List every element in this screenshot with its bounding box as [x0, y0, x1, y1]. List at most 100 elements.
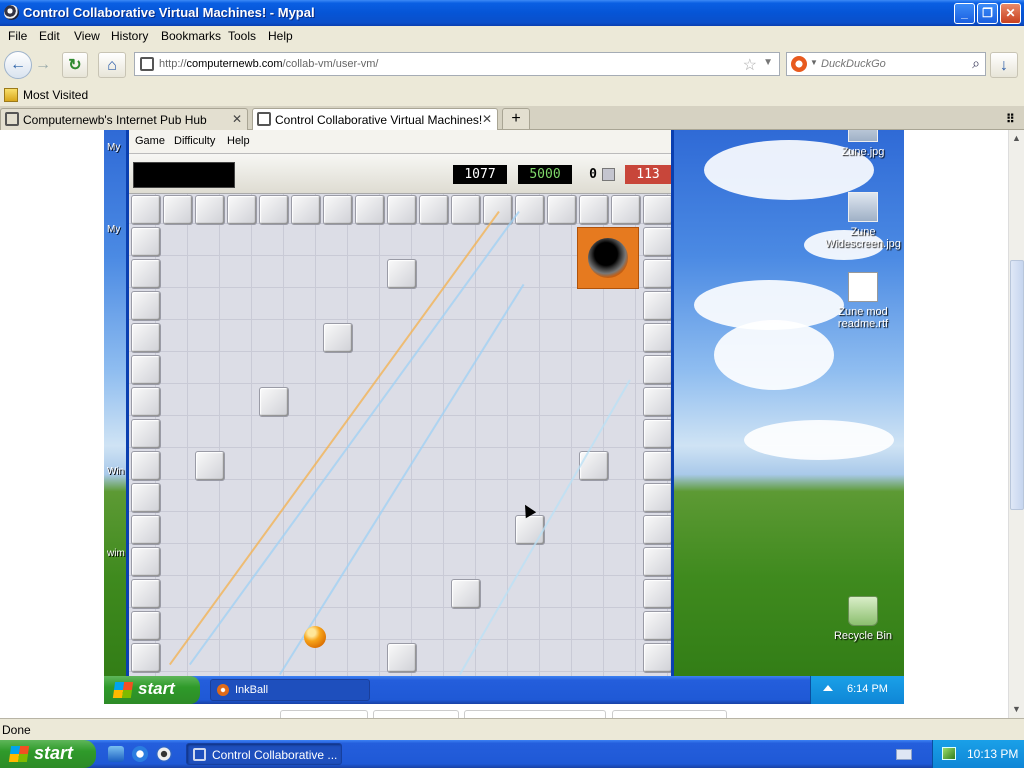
desktop-icon-zune-jpg[interactable]: Zune.jpg — [817, 130, 904, 158]
url-bar[interactable]: http://computernewb.com/collab-vm/user-v… — [134, 52, 780, 76]
menu-history[interactable]: History — [111, 29, 148, 43]
vm-clock[interactable]: 6:14 PM — [847, 683, 888, 695]
goal-display: 113 — [625, 165, 671, 184]
start-label: start — [138, 679, 175, 698]
network-icon[interactable] — [942, 747, 956, 760]
wall-block — [611, 195, 641, 225]
vm-taskbar: start InkBall 6:14 PM — [104, 676, 904, 704]
tab-bar: Computernewb's Internet Pub Hub ✕ Contro… — [0, 106, 1024, 130]
status-text: Done — [2, 723, 31, 737]
wall-block — [227, 195, 257, 225]
tab-pub-hub[interactable]: Computernewb's Internet Pub Hub ✕ — [0, 108, 248, 130]
inkball-menu-help[interactable]: Help — [227, 135, 250, 147]
document-icon — [848, 272, 878, 302]
close-button[interactable]: ✕ — [1000, 3, 1021, 24]
home-button[interactable]: ⌂ — [98, 52, 126, 78]
forward-button[interactable]: → — [33, 52, 53, 78]
scroll-down-icon[interactable]: ▼ — [1012, 704, 1021, 714]
tab-collab-vm[interactable]: Control Collaborative Virtual Machines! … — [252, 108, 498, 130]
keyboard-icon[interactable] — [896, 749, 912, 760]
search-bar[interactable]: ▼ ⌕ — [786, 52, 986, 76]
inkball-menu-difficulty[interactable]: Difficulty — [174, 135, 215, 147]
back-button[interactable]: ← — [4, 51, 32, 79]
wall-block — [643, 259, 671, 289]
duckduckgo-icon[interactable] — [791, 56, 807, 72]
wall-block — [259, 195, 289, 225]
safely-remove-icon[interactable] — [823, 685, 833, 691]
wall-block — [643, 643, 671, 673]
task-label: InkBall — [235, 684, 269, 696]
tab-list-icon[interactable]: ⠿ — [1006, 112, 1015, 126]
bookmark-star-icon[interactable]: ☆ — [743, 55, 757, 75]
scrollbar-thumb[interactable] — [1010, 260, 1024, 510]
desktop-icon-recycle-bin[interactable]: Recycle Bin — [817, 596, 904, 642]
cloud — [714, 320, 834, 390]
vm-screen[interactable]: My My Win wim Zune.jpg Zune Widescreen.j… — [104, 130, 904, 704]
wall-block — [195, 195, 225, 225]
wall-block — [131, 195, 161, 225]
search-icon[interactable]: ⌕ — [972, 55, 980, 72]
media-player-icon[interactable] — [156, 746, 172, 762]
tab-label: Control Collaborative Virtual Machines! — [275, 113, 483, 127]
minimize-button[interactable]: _ — [954, 3, 975, 24]
new-tab-button[interactable]: + — [502, 108, 530, 130]
wall-block — [323, 323, 353, 353]
menu-edit[interactable]: Edit — [39, 29, 60, 43]
menu-help[interactable]: Help — [268, 29, 293, 43]
menu-view[interactable]: View — [74, 29, 100, 43]
tab-label: Computernewb's Internet Pub Hub — [23, 113, 207, 127]
maximize-button[interactable]: ❐ — [977, 3, 998, 24]
start-button[interactable]: start — [0, 740, 96, 768]
desktop-icon-label: Zune.jpg — [841, 146, 885, 158]
wall-block — [195, 451, 225, 481]
gray-ball-icon — [602, 168, 615, 181]
image-file-icon — [848, 192, 878, 222]
url-text[interactable]: http://computernewb.com/collab-vm/user-v… — [159, 58, 379, 70]
wall-block — [643, 547, 671, 577]
scroll-up-icon[interactable]: ▲ — [1012, 133, 1021, 143]
inkball-menu-game[interactable]: Game — [135, 135, 165, 147]
title-bar[interactable]: Control Collaborative Virtual Machines! … — [0, 0, 1024, 26]
wall-block — [131, 547, 161, 577]
wall-block — [131, 515, 161, 545]
engine-dropdown-icon[interactable]: ▼ — [810, 58, 818, 67]
show-desktop-icon[interactable] — [108, 746, 124, 762]
inkball-playfield[interactable] — [129, 194, 671, 676]
vm-start-button[interactable]: start — [104, 676, 200, 704]
inkball-window[interactable]: Game Difficulty Help 1077 5000 0 113 — [126, 130, 674, 676]
most-visited-label: Most Visited — [23, 88, 89, 102]
menu-tools[interactable]: Tools — [228, 29, 256, 43]
wall-block — [131, 323, 161, 353]
downloads-button[interactable]: ↓ — [990, 52, 1018, 78]
search-input[interactable] — [821, 56, 961, 72]
desktop-icon-label: Recycle Bin — [833, 630, 893, 642]
url-dropdown-icon[interactable]: ▼ — [763, 57, 773, 68]
ball-count-display: 0 — [589, 167, 597, 182]
menu-bar: File Edit View History Bookmarks Tools H… — [0, 26, 1024, 46]
bookmarks-toolbar: Most Visited — [0, 84, 1024, 106]
wall-block — [131, 227, 161, 257]
desktop-icon-zune-readme[interactable]: Zune mod readme.rtf — [817, 272, 904, 330]
wall-block — [131, 419, 161, 449]
clock[interactable]: 10:13 PM — [967, 747, 1018, 761]
window-title: Control Collaborative Virtual Machines! … — [23, 5, 315, 20]
internet-explorer-icon[interactable] — [132, 746, 148, 762]
recycle-bin-icon — [848, 596, 878, 626]
windows-logo-icon — [112, 682, 134, 698]
tab-close-icon[interactable]: ✕ — [482, 112, 492, 126]
wall-block — [451, 579, 481, 609]
taskbar-mypal-window[interactable]: Control Collaborative ... — [186, 743, 342, 765]
vertical-scrollbar[interactable]: ▲ ▼ — [1008, 130, 1024, 718]
desktop-icon-zune-widescreen[interactable]: Zune Widescreen.jpg — [817, 192, 904, 250]
tab-close-icon[interactable]: ✕ — [232, 112, 242, 126]
vm-task-inkball[interactable]: InkBall — [210, 679, 370, 701]
site-identity-icon[interactable] — [140, 57, 154, 71]
wall-block — [643, 355, 671, 385]
menu-bookmarks[interactable]: Bookmarks — [161, 29, 221, 43]
wall-block — [643, 579, 671, 609]
mypal-app-icon — [193, 748, 206, 761]
menu-file[interactable]: File — [8, 29, 27, 43]
inkball-score-panel: 1077 5000 0 113 — [129, 154, 671, 194]
reload-button[interactable]: ↻ — [62, 52, 88, 78]
desktop-icon-label: My — [107, 142, 121, 153]
